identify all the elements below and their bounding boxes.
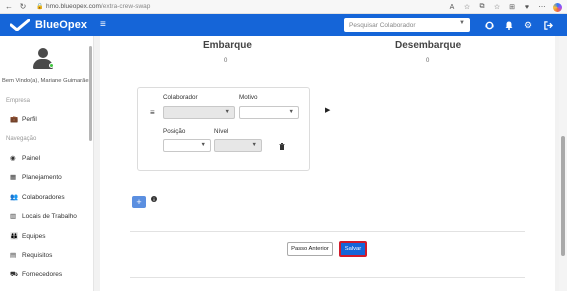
browser-toolbar: ← ↻ 🔒 hmo.blueopex.com/extra-crew-swap A… [0, 0, 567, 14]
team-icon: 👪 [10, 233, 19, 240]
previous-step-button[interactable]: Passo Anterior [287, 242, 333, 256]
play-arrow-icon[interactable]: ▶ [325, 106, 330, 114]
desembarque-count: 0 [426, 58, 430, 64]
welcome-text: Bem Vindo(a), Mariane Guimarães [2, 78, 92, 84]
back-icon[interactable]: ← [4, 2, 14, 12]
refresh-icon[interactable]: ↻ [18, 2, 28, 12]
favorites-bar-icon[interactable]: ☆ [491, 2, 503, 12]
clipboard-icon: ▤ [10, 252, 17, 259]
chevron-down-icon: ▼ [251, 142, 257, 148]
colaborador-label: Colaborador [163, 94, 198, 101]
search-placeholder: Pesquisar Colaborador [349, 21, 416, 29]
dashboard-icon: ◉ [10, 155, 16, 162]
embarque-title: Embarque [203, 40, 252, 51]
chevron-down-icon: ▼ [224, 109, 230, 115]
sidebar-item-planejamento[interactable]: ▦ Planejamento [10, 173, 62, 182]
sidebar-item-label: Perfil [22, 115, 37, 123]
copilot-logo [552, 2, 562, 12]
collections-icon[interactable]: ⊞ [506, 2, 518, 12]
sidebar-item-label: Equipes [22, 232, 46, 240]
sidebar-item-painel[interactable]: ◉ Painel [10, 154, 41, 163]
url-text: hmo.blueopex.com/extra-crew-swap [46, 3, 151, 10]
sidebar: Bem Vindo(a), Mariane Guimarães Empresa … [0, 36, 94, 291]
brand-logo[interactable]: BlueOpex [10, 19, 87, 31]
sidebar-item-label: Planejamento [22, 173, 62, 181]
logout-icon[interactable] [543, 20, 553, 30]
section-label-navegacao: Navegação [6, 136, 37, 142]
crew-swap-card: ≡ Colaborador ▼ Motivo ▼ Posição ▼ Nível… [137, 87, 310, 171]
split-screen-icon[interactable]: ⧉ [476, 2, 488, 12]
sidebar-item-fornecedores[interactable]: ⛟ Fornecedores [10, 270, 62, 279]
sidebar-item-label: Colaboradores [22, 193, 65, 201]
page-scrollbar[interactable] [559, 36, 567, 291]
sidebar-item-label: Painel [22, 154, 41, 162]
add-row-button[interactable]: + [132, 196, 146, 208]
nivel-select[interactable]: ▼ [214, 139, 262, 152]
sidebar-item-label: Fornecedores [22, 271, 63, 278]
trash-icon[interactable] [279, 143, 285, 152]
sidebar-item-colaboradores[interactable]: 👥 Colaboradores [10, 193, 65, 202]
menu-toggle-icon[interactable]: ≡ [100, 19, 106, 30]
section-label-empresa: Empresa [6, 98, 31, 104]
more-icon[interactable]: ⋯ [536, 2, 548, 12]
posicao-label: Posição [163, 128, 186, 135]
desembarque-title: Desembarque [395, 40, 462, 51]
sidebar-item-perfil[interactable]: 💼 Perfil [10, 115, 37, 124]
gear-icon[interactable]: ⚙ [523, 20, 533, 30]
truck-icon: ⛟ [10, 271, 19, 278]
sidebar-item-equipes[interactable]: 👪 Equipes [10, 232, 46, 241]
support-icon[interactable] [484, 20, 494, 30]
drag-handle-icon[interactable]: ≡ [150, 108, 155, 117]
users-icon: 👥 [10, 194, 19, 201]
favorite-icon[interactable]: ☆ [461, 2, 473, 12]
main-content: Embarque 0 Desembarque 0 ≡ Colaborador ▼… [100, 36, 555, 291]
motivo-select[interactable]: ▼ [239, 106, 299, 119]
colaborador-select[interactable]: ▼ [163, 106, 235, 119]
online-status-dot [49, 63, 54, 68]
address-bar[interactable]: 🔒 hmo.blueopex.com/extra-crew-swap [36, 2, 366, 12]
check-logo-icon [10, 19, 30, 31]
nivel-label: Nível [214, 128, 229, 135]
lock-icon: 🔒 [36, 4, 44, 10]
extensions-icon[interactable]: ♥ [521, 2, 533, 12]
sidebar-scrollbar[interactable] [89, 46, 92, 141]
building-icon: ▥ [10, 213, 17, 220]
briefcase-icon: 💼 [10, 116, 19, 123]
sidebar-item-requisitos[interactable]: ▤ Requisitos [10, 251, 53, 260]
sidebar-item-label: Locais de Trabalho [22, 212, 77, 220]
motivo-label: Motivo [239, 94, 258, 101]
sidebar-item-locais-de-trabalho[interactable]: ▥ Locais de Trabalho [10, 212, 77, 221]
scrollbar-thumb[interactable] [561, 136, 565, 256]
info-icon[interactable]: i [151, 196, 157, 202]
avatar-head [38, 48, 48, 58]
read-aloud-icon[interactable]: A [446, 2, 458, 12]
divider [130, 277, 525, 278]
chevron-down-icon: ▼ [459, 20, 465, 26]
brand-name: BlueOpex [35, 19, 88, 31]
app-header: BlueOpex ≡ Pesquisar Colaborador ▼ ⚙ [0, 14, 567, 36]
embarque-count: 0 [224, 58, 228, 64]
posicao-select[interactable]: ▼ [163, 139, 211, 152]
bell-icon[interactable] [504, 20, 514, 30]
save-button[interactable]: Salvar [339, 241, 367, 257]
divider [130, 231, 525, 232]
sidebar-item-label: Requisitos [22, 251, 53, 259]
collaborator-search-select[interactable]: Pesquisar Colaborador ▼ [344, 18, 470, 32]
avatar[interactable] [32, 48, 54, 70]
chevron-down-icon: ▼ [200, 142, 206, 148]
copilot-icon[interactable] [551, 2, 563, 12]
calendar-icon: ▦ [10, 174, 17, 181]
chevron-down-icon: ▼ [288, 109, 294, 115]
